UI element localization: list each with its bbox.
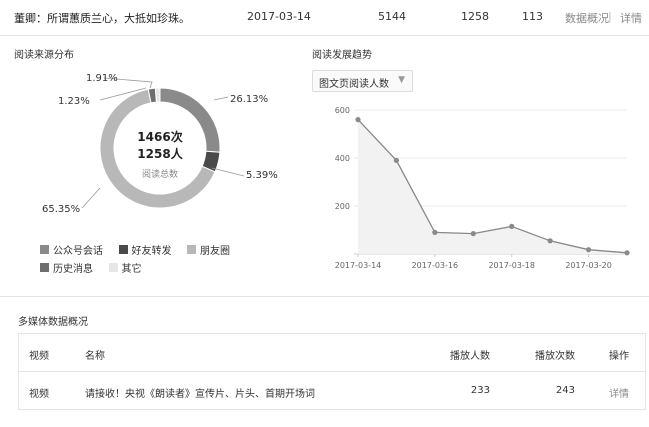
trend-point[interactable] <box>470 231 476 237</box>
source-section-title: 阅读来源分布 <box>14 50 74 61</box>
legend-item-history[interactable]: 历史消息 <box>40 258 93 276</box>
article-reads: 5144 <box>378 10 406 23</box>
media-section-title: 多媒体数据概况 <box>18 317 88 328</box>
y-tick-label: 400 <box>335 154 350 163</box>
metric-dropdown[interactable]: 图文页阅读人数 ▼ <box>312 70 413 92</box>
donut-center-count: 1466次 <box>137 130 183 144</box>
x-tick-label: 2017-03-18 <box>488 261 534 270</box>
legend-item-forward[interactable]: 好友转发 <box>118 240 172 258</box>
row-detail-link[interactable]: 详情 <box>609 385 629 400</box>
metric-dropdown-value: 图文页阅读人数 <box>319 79 389 90</box>
legend-swatch <box>108 262 118 272</box>
row-name: 请接收！央视《朗读者》宣传片、片头、首期开场词 <box>85 389 315 400</box>
trend-point[interactable] <box>393 157 400 163</box>
legend-swatch <box>40 244 49 254</box>
donut-leader-line <box>211 167 245 177</box>
trend-area <box>358 119 627 254</box>
x-tick-label: 2017-03-14 <box>335 261 382 270</box>
x-tick-label: 2017-03-16 <box>412 261 459 270</box>
donut-legend: 公众号会话 好友转发 朋友圈 历史消息 其它 <box>40 240 300 276</box>
donut-leader-line <box>213 96 229 101</box>
article-summary-row: 董卿：所谓蕙质兰心，大抵如珍珠。 2017-03-14 5144 1258 11… <box>0 0 649 36</box>
trend-point[interactable] <box>432 229 438 235</box>
donut-label-forward: 5.39% <box>246 170 278 181</box>
row-play-users: 233 <box>470 385 490 396</box>
header-play-count: 播放次数 <box>535 351 575 362</box>
article-title: 董卿：所谓蕙质兰心，大抵如珍珠。 <box>14 12 190 25</box>
media-table: 视频 名称 播放人数 播放次数 操作 视频 请接收！央视《朗读者》宣传片、片头、… <box>18 333 646 410</box>
x-tick-label: 2017-03-20 <box>565 261 612 270</box>
header-play-users: 播放人数 <box>450 351 490 362</box>
donut-leader-line <box>81 187 101 209</box>
data-overview-link[interactable]: 数据概况 <box>565 10 609 26</box>
article-users: 1258 <box>461 10 489 23</box>
article-shares: 113 <box>522 10 543 23</box>
y-tick-label: 600 <box>335 106 350 115</box>
trend-point[interactable] <box>509 223 515 229</box>
donut-center-users: 1258人 <box>137 147 183 161</box>
legend-swatch <box>118 244 128 254</box>
article-date: 2017-03-14 <box>247 10 311 23</box>
link-divider: | <box>608 10 612 23</box>
donut-label-other: 1.23% <box>58 96 90 107</box>
row-type: 视频 <box>29 389 49 400</box>
header-operation: 操作 <box>609 351 629 362</box>
donut-label-session: 26.13% <box>230 94 269 105</box>
section-divider <box>0 296 649 297</box>
table-row: 视频 请接收！央视《朗读者》宣传片、片头、首期开场词 233 243 详情 <box>19 372 645 410</box>
detail-link[interactable]: 详情 <box>620 10 642 26</box>
trend-section-title: 阅读发展趋势 <box>312 50 372 61</box>
trend-point[interactable] <box>355 117 361 123</box>
legend-item-moments[interactable]: 朋友圈 <box>187 240 230 258</box>
media-table-header: 视频 名称 播放人数 播放次数 操作 <box>19 334 645 372</box>
row-play-count: 243 <box>555 385 575 396</box>
header-name: 名称 <box>85 351 105 362</box>
legend-item-other[interactable]: 其它 <box>108 258 142 276</box>
legend-item-session[interactable]: 公众号会话 <box>40 240 103 258</box>
chevron-down-icon: ▼ <box>398 75 405 85</box>
trend-line-chart: 200 400 600 2017-03-14 2017-03-16 2017-03-18 2… <box>335 106 630 270</box>
legend-swatch <box>187 244 196 254</box>
donut-label-history: 1.91% <box>86 73 118 84</box>
trend-point[interactable] <box>547 238 553 244</box>
trend-point[interactable] <box>585 247 592 253</box>
donut-label-moments: 65.35% <box>42 204 81 215</box>
trend-point[interactable] <box>624 250 630 256</box>
y-tick-label: 200 <box>335 202 350 211</box>
legend-swatch <box>40 262 49 272</box>
donut-center-label: 阅读总数 <box>141 170 178 180</box>
slice-other[interactable] <box>154 87 161 103</box>
header-type: 视频 <box>29 351 49 362</box>
